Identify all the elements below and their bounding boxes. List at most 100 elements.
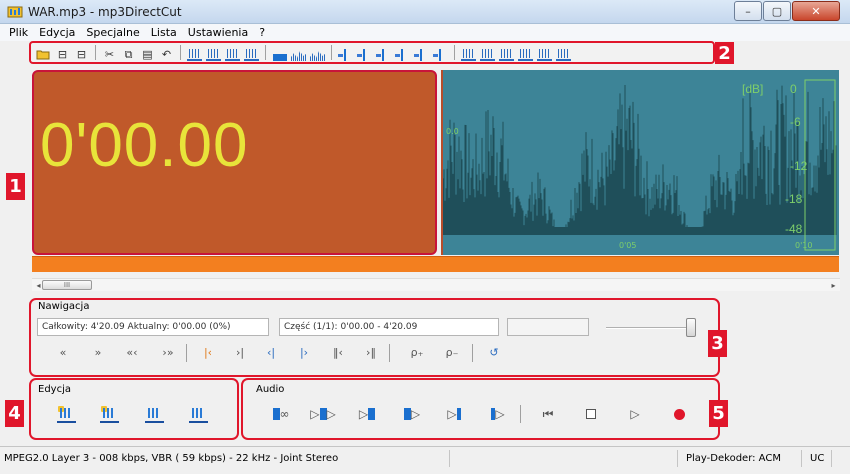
scissors-icon [58, 406, 64, 412]
zoom-in-button[interactable] [186, 44, 203, 61]
play-to-cursor-button[interactable]: ▷ [440, 405, 468, 423]
scissors-icon: ✂ [104, 48, 115, 61]
cut-tool-icon [461, 48, 476, 61]
set-end-marker-button[interactable] [356, 44, 373, 61]
record-icon [673, 408, 685, 420]
zoom-out-nav-button[interactable]: ρ₋ [441, 344, 463, 362]
waveform-view[interactable]: [dB] 0 -6 -12 -18 -48 0.0 0'05 0'10 [441, 70, 839, 255]
zoom-selection-button[interactable] [224, 44, 241, 61]
navigation-label: Nawigacja [36, 301, 92, 312]
play-loop-button[interactable]: ∞ [263, 405, 299, 423]
nav-separator [389, 344, 390, 362]
callout-badge-1: 1 [6, 173, 25, 200]
fade-out-tool-button[interactable] [517, 44, 534, 61]
view-peaks-button[interactable] [309, 44, 326, 61]
waveform-samples [442, 85, 837, 235]
horizontal-scrollbar[interactable]: ◂ III ▸ [32, 278, 840, 291]
play-from-cursor-button[interactable]: ▷ [484, 405, 512, 423]
toolbar-separator [95, 45, 96, 60]
db-unit-label: [dB] [742, 82, 764, 96]
go-to-selection-start-button[interactable]: ‹| [260, 344, 282, 362]
app-icon [7, 6, 23, 18]
set-begin-marker-button[interactable] [337, 44, 354, 61]
normalize-tool-button[interactable] [555, 44, 572, 61]
play-icon: ▷ [495, 407, 505, 421]
volume-slider-track[interactable] [606, 327, 694, 329]
menu-file[interactable]: Plik [9, 26, 28, 39]
paste-button[interactable]: ▤ [139, 44, 156, 61]
next-page-button[interactable]: » [87, 344, 109, 362]
cut-button[interactable]: ✂ [101, 44, 118, 61]
play-from-selection-button[interactable]: ▷ [398, 405, 426, 423]
extend-selection-button[interactable] [413, 44, 430, 61]
maximize-button[interactable]: ▢ [763, 1, 791, 21]
cut-tool-button[interactable] [460, 44, 477, 61]
zoom-out-button[interactable] [205, 44, 222, 61]
position-info-field: Całkowity: 4'20.09 Aktualny: 0'00.00 (0%… [37, 318, 269, 336]
pause-reset-button[interactable]: ↺ [483, 344, 505, 362]
selection-bar[interactable] [32, 256, 839, 272]
scroll-thumb[interactable]: III [42, 280, 92, 290]
play-selection-button[interactable]: ▷ ▷ [305, 405, 341, 423]
volume-slider-thumb[interactable] [686, 318, 696, 337]
cursor-to-marker-button[interactable] [394, 44, 411, 61]
toolbar-separator [180, 45, 181, 60]
minimize-button[interactable]: – [734, 1, 762, 21]
play-icon: ▷ [410, 407, 421, 421]
stop-button[interactable] [580, 405, 602, 423]
shrink-selection-button[interactable] [432, 44, 449, 61]
resize-grip[interactable] [832, 450, 850, 467]
scroll-right-arrow[interactable]: ▸ [827, 279, 840, 292]
go-to-end-button[interactable]: ›‖ [360, 344, 382, 362]
decoder-info: Play-Dekoder: ACM [678, 450, 802, 467]
menu-edit[interactable]: Edycja [39, 26, 75, 39]
loop-icon: ∞ [279, 407, 290, 421]
menu-help[interactable]: ? [259, 26, 265, 39]
menu-list[interactable]: Lista [151, 26, 177, 39]
menu-settings[interactable]: Ustawienia [188, 26, 248, 39]
go-to-start-button[interactable]: ‖‹ [327, 344, 349, 362]
go-to-selection-end-button[interactable]: |› [293, 344, 315, 362]
play-to-selection-button[interactable]: ▷ [353, 405, 381, 423]
bars-view-icon [272, 54, 287, 61]
zoom-all-button[interactable] [243, 44, 260, 61]
view-bars-button[interactable] [271, 44, 288, 61]
zoom-all-icon [244, 48, 259, 61]
menu-special[interactable]: Specjalne [86, 26, 139, 39]
cut-selection-tool-button[interactable] [56, 406, 77, 424]
record-button[interactable] [668, 405, 690, 423]
volume-tool-button[interactable] [536, 44, 553, 61]
play-icon: ▷ [630, 407, 640, 421]
play-button[interactable]: ▷ [624, 405, 646, 423]
db-tick-48: -48 [785, 222, 803, 236]
fast-forward-button[interactable]: ›» [157, 344, 179, 362]
split-tool-button[interactable] [479, 44, 496, 61]
save-selection-icon: ⊟ [76, 48, 87, 61]
prev-page-button[interactable]: « [52, 344, 74, 362]
set-volume-tool-button[interactable] [99, 406, 120, 424]
fade-in-tool-button[interactable] [144, 406, 165, 424]
marker-to-cursor-button[interactable] [375, 44, 392, 61]
undo-button[interactable]: ↶ [158, 44, 175, 61]
go-to-end-marker-button[interactable]: ›| [229, 344, 251, 362]
toolbar-separator [454, 45, 455, 60]
view-waveform-button[interactable] [290, 44, 307, 61]
nav-separator [472, 344, 473, 362]
save-selection-button[interactable]: ⊟ [73, 44, 90, 61]
fast-back-button[interactable]: «‹ [121, 344, 143, 362]
go-to-start-audio-button[interactable]: ⏮ [537, 405, 559, 423]
save-button[interactable]: ⊟ [54, 44, 71, 61]
shrink-selection-icon [433, 49, 448, 61]
cursor-marker-label: 0.0 [446, 127, 459, 136]
zoom-in-nav-button[interactable]: ρ₊ [406, 344, 428, 362]
fade-in-tool-button[interactable] [498, 44, 515, 61]
copy-button[interactable]: ⧉ [120, 44, 137, 61]
zoom-in-icon [187, 48, 202, 61]
open-file-button[interactable] [35, 44, 52, 61]
stop-icon [586, 409, 596, 419]
selection-block-icon [368, 408, 376, 420]
go-to-begin-marker-button[interactable]: |‹ [197, 344, 219, 362]
fade-out-tool-button[interactable] [188, 406, 209, 424]
close-button[interactable]: ✕ [792, 1, 840, 21]
split-tool-icon [480, 48, 495, 61]
